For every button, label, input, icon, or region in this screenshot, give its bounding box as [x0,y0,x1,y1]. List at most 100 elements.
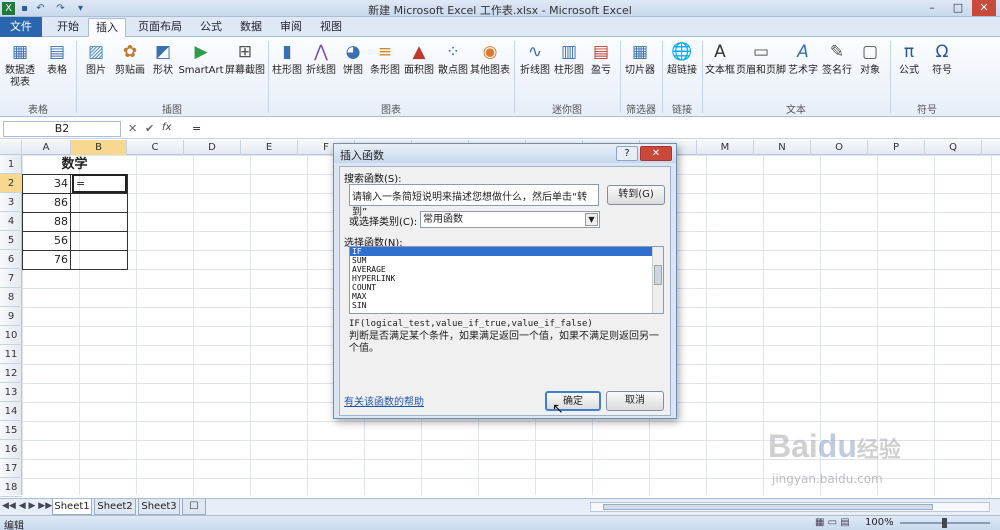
row-header[interactable]: 5 [0,231,22,250]
dialog-close-button[interactable]: ✕ [640,146,672,161]
sheet-tab[interactable]: Sheet1 [52,499,92,515]
win-loss-button[interactable]: ▤ 盈亏 [586,39,616,77]
equation-button[interactable]: π 公式 [894,39,924,77]
tab-file[interactable]: 文件 [0,17,42,37]
column-header[interactable]: P [868,140,925,155]
row-header[interactable]: 4 [0,212,22,231]
row-header[interactable]: 10 [0,326,22,345]
row-header[interactable]: 1 [0,155,22,174]
zoom-slider-thumb[interactable] [942,518,947,528]
zoom-slider[interactable] [900,518,990,528]
shapes-button[interactable]: ◩ 形状 [148,39,178,77]
cancel-entry-icon[interactable]: ✕ [128,122,137,135]
column-header[interactable]: M [697,140,754,155]
column-header[interactable]: E [241,140,298,155]
close-button[interactable]: ✕ [972,0,996,16]
list-item[interactable]: AVERAGE [350,265,663,274]
tab-insert[interactable]: 插入 [88,18,126,38]
smartart-button[interactable]: ▶ SmartArt [178,39,224,77]
sheet-nav-arrows-icon[interactable]: ◀◀ ◀ ▶ ▶▶ [2,501,52,511]
minimize-button[interactable]: – [920,0,944,16]
scatter-chart-button[interactable]: ⁘ 散点图 [436,39,470,77]
formula-input[interactable]: = [192,122,201,135]
sheet-tab[interactable]: Sheet3 [138,499,180,515]
maximize-button[interactable]: □ [946,0,970,16]
list-item[interactable]: MAX [350,292,663,301]
cell-a2[interactable]: 34 [22,174,68,193]
column-header[interactable]: Q [925,140,982,155]
sparkline-column-button[interactable]: ▥ 柱形图 [552,39,586,77]
signature-line-button[interactable]: ✎ 签名行 [820,39,854,77]
tab-review[interactable]: 审阅 [272,18,310,37]
row-header[interactable]: 2 [0,174,22,193]
function-list[interactable]: IF SUM AVERAGE HYPERLINK COUNT MAX SIN [349,246,664,314]
tab-page-layout[interactable]: 页面布局 [130,18,190,37]
confirm-entry-icon[interactable]: ✔ [145,122,154,135]
pivot-table-button[interactable]: ▦ 数据透视表 [2,39,38,89]
tab-data[interactable]: 数据 [232,18,270,37]
view-mode-icons[interactable]: ▦ ▭ ▤ [815,517,850,528]
tab-home[interactable]: 开始 [48,18,88,37]
list-scrollbar[interactable] [652,247,663,313]
picture-button[interactable]: ▨ 图片 [80,39,112,77]
scrollbar-thumb[interactable] [603,504,933,510]
clipart-button[interactable]: ✿ 剪贴画 [112,39,148,77]
row-header[interactable]: 6 [0,250,22,269]
goto-button[interactable]: 转到(G) [607,185,665,205]
scrollbar-thumb[interactable] [654,265,662,285]
pie-chart-button[interactable]: ◕ 饼图 [338,39,368,77]
cell-a5[interactable]: 56 [22,231,68,250]
list-item[interactable]: IF [350,247,663,256]
insert-function-icon[interactable]: fx [162,122,171,133]
chevron-down-icon[interactable]: ▼ [585,213,598,226]
row-header[interactable]: 8 [0,288,22,307]
row-header[interactable]: 14 [0,402,22,421]
table-button[interactable]: ▤ 表格 [40,39,74,77]
search-function-input[interactable]: 请输入一条简短说明来描述您想做什么，然后单击“转到” [349,184,599,218]
row-header[interactable]: 17 [0,459,22,478]
horizontal-scrollbar[interactable] [590,502,990,512]
header-footer-button[interactable]: ▭ 页眉和页脚 [736,39,786,77]
list-item[interactable]: COUNT [350,283,663,292]
row-header[interactable]: 15 [0,421,22,440]
row-header[interactable]: 9 [0,307,22,326]
list-item[interactable]: SUM [350,256,663,265]
cell-a3[interactable]: 86 [22,193,68,212]
select-all-corner[interactable] [0,140,22,155]
slicer-button[interactable]: ▦ 切片器 [622,39,658,77]
other-charts-button[interactable]: ◉ 其他图表 [470,39,510,77]
column-header[interactable]: C [127,140,184,155]
screenshot-button[interactable]: ⊞ 屏幕截图 [224,39,266,77]
row-header[interactable]: 3 [0,193,22,212]
dialog-help-button[interactable]: ? [616,146,638,161]
column-header[interactable]: N [754,140,811,155]
cancel-button[interactable]: 取消 [606,391,664,411]
column-header[interactable]: D [184,140,241,155]
row-header[interactable]: 18 [0,478,22,497]
bar-chart-button[interactable]: ≡ 条形图 [368,39,402,77]
sparkline-line-button[interactable]: ∿ 折线图 [518,39,552,77]
category-select[interactable]: 常用函数 ▼ [420,211,600,228]
list-item[interactable]: HYPERLINK [350,274,663,283]
sheet-tab[interactable]: Sheet2 [94,499,136,515]
row-header[interactable]: 12 [0,364,22,383]
column-chart-button[interactable]: ▮ 柱形图 [270,39,304,77]
row-header[interactable]: 7 [0,269,22,288]
function-help-link[interactable]: 有关该函数的帮助 [344,393,424,408]
cell-a4[interactable]: 88 [22,212,68,231]
line-chart-button[interactable]: ⋀ 折线图 [304,39,338,77]
cell-a1-header[interactable]: 数学 [22,155,127,174]
tab-formulas[interactable]: 公式 [192,18,230,37]
list-item[interactable]: SIN [350,301,663,310]
symbol-button[interactable]: Ω 符号 [926,39,958,77]
column-header[interactable]: O [811,140,868,155]
tab-view[interactable]: 视图 [312,18,350,37]
area-chart-button[interactable]: ▲ 面积图 [402,39,436,77]
cell-b2-active[interactable]: = [72,174,127,193]
row-header[interactable]: 16 [0,440,22,459]
dialog-title-bar[interactable]: 插入函数 ? ✕ [334,144,676,163]
row-header[interactable]: 11 [0,345,22,364]
insert-sheet-icon[interactable]: ☐ [182,499,206,515]
name-box[interactable]: B2 [3,121,121,137]
textbox-button[interactable]: A 文本框 [704,39,736,77]
